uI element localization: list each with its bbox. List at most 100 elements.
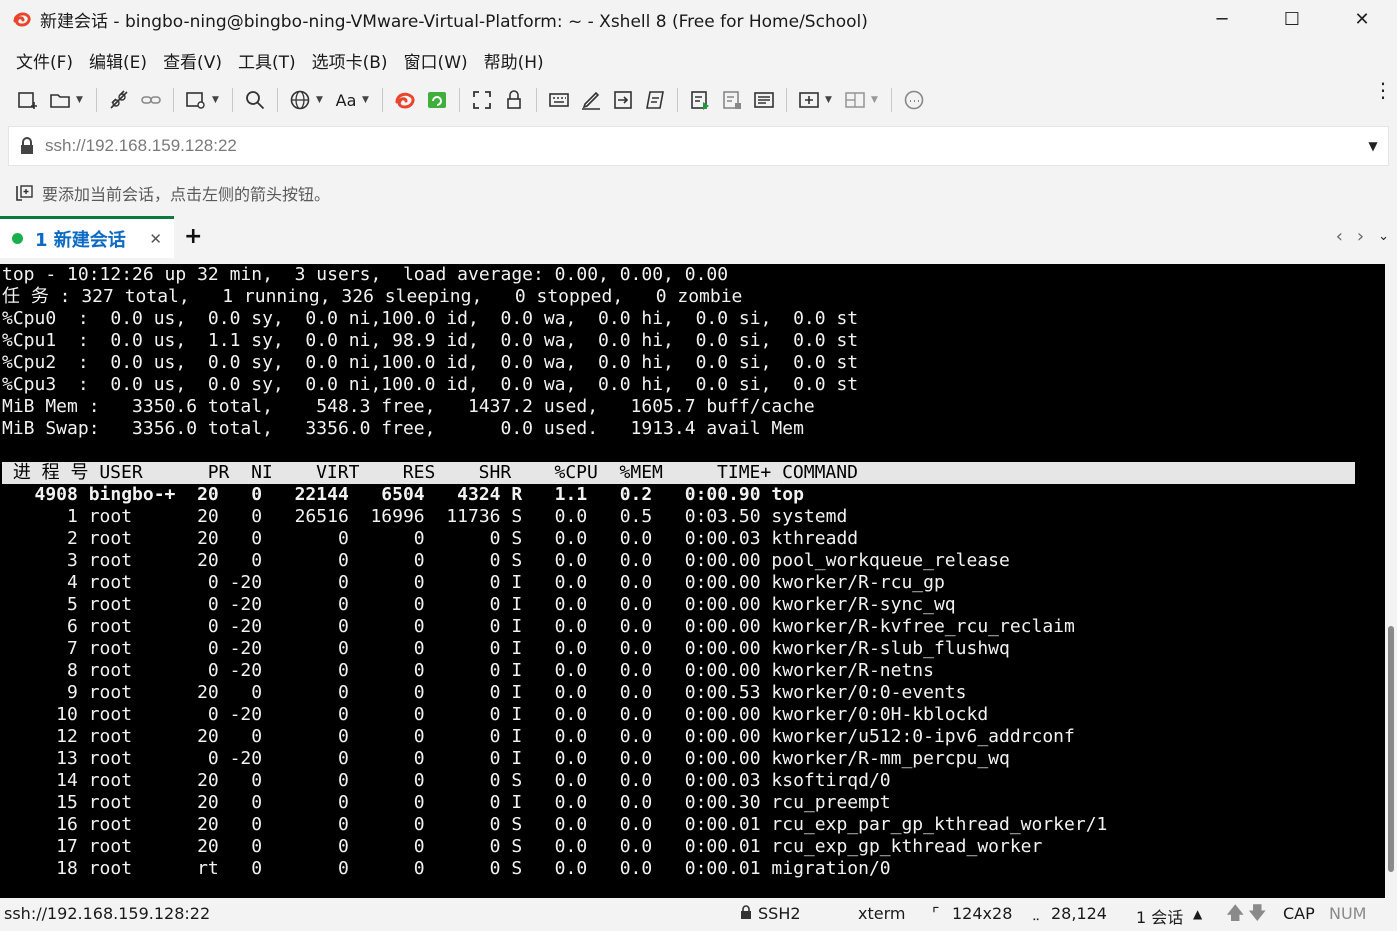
toolbar-separator bbox=[677, 88, 678, 112]
toolbar-separator bbox=[173, 88, 174, 112]
new-tab-button[interactable] bbox=[795, 86, 823, 114]
tasks-line: 任 务 : 327 total, 1 running, 326 sleeping… bbox=[2, 286, 743, 307]
top-summary-line: top - 10:12:26 up 32 min, 3 users, load … bbox=[2, 264, 729, 285]
layout-button[interactable] bbox=[182, 86, 210, 114]
highlight-button[interactable] bbox=[577, 86, 605, 114]
process-row: 5 root 0 -20 0 0 0 I 0.0 0.0 0:00.00 kwo… bbox=[2, 594, 956, 615]
font-dropdown-icon[interactable]: ▼ bbox=[362, 95, 372, 105]
menu-tab[interactable]: 选项卡(B) bbox=[304, 48, 396, 73]
toolbar-separator bbox=[786, 88, 787, 112]
address-dropdown-icon[interactable]: ▼ bbox=[1358, 139, 1388, 153]
status-size-icon: ⌜ bbox=[932, 904, 940, 923]
minimize-button[interactable]: ─ bbox=[1187, 0, 1257, 38]
log-button[interactable] bbox=[750, 86, 778, 114]
process-row: 13 root 0 -20 0 0 0 I 0.0 0.0 0:00.00 kw… bbox=[2, 748, 1010, 769]
cpu0-line: %Cpu0 : 0.0 us, 0.0 sy, 0.0 ni,100.0 id,… bbox=[2, 308, 859, 329]
script-stop-button[interactable] bbox=[718, 86, 746, 114]
script-stop-icon bbox=[723, 91, 741, 109]
xftp-icon bbox=[428, 92, 446, 108]
menu-file[interactable]: 文件(F) bbox=[8, 48, 81, 73]
menu-help[interactable]: 帮助(H) bbox=[476, 48, 552, 73]
search-icon bbox=[246, 91, 265, 110]
menu-tools[interactable]: 工具(T) bbox=[230, 48, 304, 73]
fullscreen-icon bbox=[473, 91, 491, 109]
cpu1-line: %Cpu1 : 0.0 us, 1.1 sy, 0.0 ni, 98.9 id,… bbox=[2, 330, 859, 351]
session-hint-text: 要添加当前会话，点击左侧的箭头按钮。 bbox=[42, 185, 331, 204]
process-row: 2 root 20 0 0 0 0 S 0.0 0.0 0:00.03 kthr… bbox=[2, 528, 859, 549]
process-row: 4 root 0 -20 0 0 0 I 0.0 0.0 0:00.00 kwo… bbox=[2, 572, 945, 593]
process-row: 14 root 20 0 0 0 0 S 0.0 0.0 0:00.03 kso… bbox=[2, 770, 891, 791]
status-sessions[interactable]: 1 会话 bbox=[1136, 904, 1183, 928]
font-button[interactable]: Aa bbox=[332, 86, 360, 114]
toolbar-more-icon[interactable]: ⋮ bbox=[1373, 80, 1393, 100]
menu-edit[interactable]: 编辑(E) bbox=[81, 48, 155, 73]
find-button[interactable] bbox=[241, 86, 269, 114]
menu-view[interactable]: 查看(V) bbox=[155, 48, 230, 73]
tab-list-icon[interactable]: ⌄ bbox=[1378, 229, 1389, 247]
tab-next-icon[interactable]: › bbox=[1357, 226, 1364, 247]
folder-icon bbox=[50, 94, 70, 108]
keyboard-button[interactable] bbox=[545, 86, 573, 114]
script-run-button[interactable] bbox=[686, 86, 714, 114]
terminal-output[interactable]: top - 10:12:26 up 32 min, 3 users, load … bbox=[0, 264, 1385, 898]
compose-button[interactable] bbox=[641, 86, 669, 114]
layout-dropdown-icon[interactable]: ▼ bbox=[212, 95, 222, 105]
process-row: 16 root 20 0 0 0 0 S 0.0 0.0 0:00.01 rcu… bbox=[2, 814, 1108, 835]
new-tab-dropdown-icon[interactable]: ▼ bbox=[825, 95, 835, 105]
toolbar-separator bbox=[382, 88, 383, 112]
maximize-button[interactable]: ☐ bbox=[1257, 0, 1327, 38]
tile-dropdown-icon[interactable]: ▼ bbox=[871, 95, 881, 105]
tab-close-icon[interactable]: ✕ bbox=[149, 230, 162, 248]
process-table-header: 进 程 号 USER PR NI VIRT RES SHR %CPU %MEM … bbox=[2, 462, 1355, 484]
tab-bar: 1 新建会话 ✕ + ‹ › ⌄ bbox=[0, 216, 1397, 258]
status-size: 124x28 bbox=[952, 904, 1013, 923]
pen-icon bbox=[582, 91, 600, 110]
xftp-button[interactable] bbox=[423, 86, 451, 114]
script-run-icon bbox=[691, 91, 709, 110]
process-row: 3 root 20 0 0 0 0 S 0.0 0.0 0:00.00 pool… bbox=[2, 550, 1010, 571]
sessions-up-icon[interactable]: ▲ bbox=[1193, 907, 1202, 921]
scrollbar-thumb[interactable] bbox=[1388, 626, 1394, 872]
encoding-button[interactable] bbox=[286, 86, 314, 114]
window-layout-icon bbox=[186, 92, 205, 109]
reconnect-button[interactable] bbox=[137, 86, 165, 114]
process-row: 17 root 20 0 0 0 0 S 0.0 0.0 0:00.01 rcu… bbox=[2, 836, 1043, 857]
encoding-dropdown-icon[interactable]: ▼ bbox=[316, 95, 326, 105]
terminal-scrollbar[interactable] bbox=[1385, 264, 1397, 898]
process-row: 7 root 0 -20 0 0 0 I 0.0 0.0 0:00.00 kwo… bbox=[2, 638, 1010, 659]
xshell-button[interactable] bbox=[391, 86, 419, 114]
tab-prev-icon[interactable]: ‹ bbox=[1336, 226, 1343, 247]
close-window-button[interactable]: ✕ bbox=[1327, 0, 1397, 38]
open-button[interactable] bbox=[46, 86, 74, 114]
disconnect-button[interactable] bbox=[105, 86, 133, 114]
chat-button[interactable] bbox=[900, 86, 928, 114]
process-row: 4908 bingbo-+ 20 0 22144 6504 4324 R 1.1… bbox=[2, 484, 804, 505]
address-bar: ▼ bbox=[8, 126, 1389, 166]
unlink-icon bbox=[110, 90, 128, 109]
open-dropdown-icon[interactable]: ▼ bbox=[76, 95, 86, 105]
cpu3-line: %Cpu3 : 0.0 us, 0.0 sy, 0.0 ni,100.0 id,… bbox=[2, 374, 859, 395]
fullscreen-button[interactable] bbox=[468, 86, 496, 114]
status-protocol: SSH2 bbox=[758, 904, 801, 923]
add-session-arrow-icon[interactable] bbox=[14, 183, 34, 203]
tile-icon bbox=[845, 92, 865, 108]
new-session-button[interactable] bbox=[14, 86, 42, 114]
scroll-down-icon[interactable]: 🡇 bbox=[1248, 901, 1267, 931]
tab-label: 1 新建会话 bbox=[35, 229, 126, 251]
status-connection: ssh://192.168.159.128:22 bbox=[4, 904, 211, 923]
scroll-up-icon[interactable]: 🡅 bbox=[1226, 901, 1245, 931]
link-icon bbox=[141, 96, 161, 104]
lock-button[interactable] bbox=[500, 86, 528, 114]
toolbar: ▼ ▼ ▼ Aa ▼ ▼ ▼ ⋮ bbox=[0, 80, 1397, 118]
title-bar: 新建会话 - bingbo-ning@bingbo-ning-VMware-Vi… bbox=[0, 0, 1397, 38]
send-button[interactable] bbox=[609, 86, 637, 114]
add-tab-button[interactable]: + bbox=[184, 224, 202, 249]
toolbar-separator bbox=[459, 88, 460, 112]
tab-session-1[interactable]: 1 新建会话 ✕ bbox=[0, 216, 174, 258]
tile-button[interactable] bbox=[841, 86, 869, 114]
toolbar-separator bbox=[232, 88, 233, 112]
menu-window[interactable]: 窗口(W) bbox=[396, 48, 476, 73]
address-input[interactable] bbox=[45, 136, 1358, 156]
process-row: 15 root 20 0 0 0 0 I 0.0 0.0 0:00.30 rcu… bbox=[2, 792, 891, 813]
swap-line: MiB Swap: 3356.0 total, 3356.0 free, 0.0… bbox=[2, 418, 804, 439]
